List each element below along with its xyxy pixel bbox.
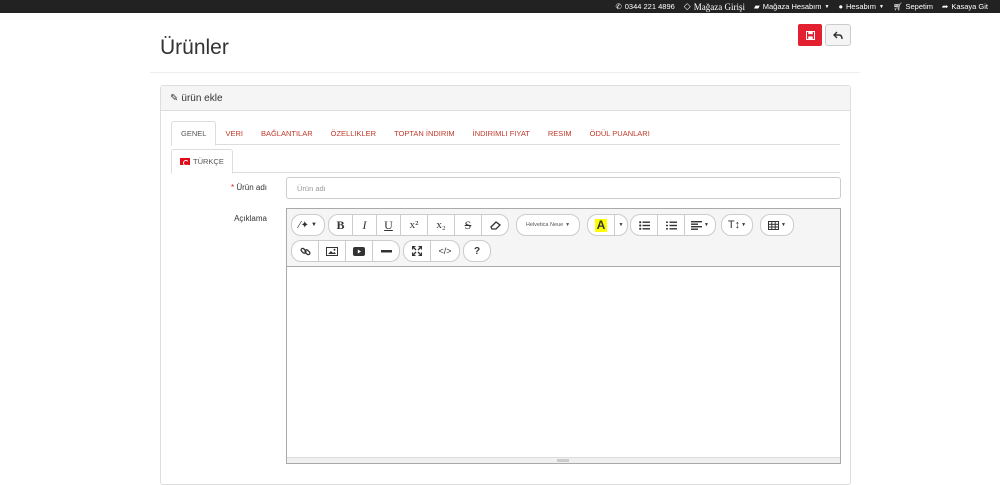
tab-special-price[interactable]: İndirimli Fiyat bbox=[464, 121, 539, 145]
editor-content-area[interactable] bbox=[287, 267, 840, 457]
add-product-panel: ✎ ürün ekle Genel Veri Bağlantılar Özell… bbox=[160, 85, 851, 485]
share-icon: ➦ bbox=[942, 2, 949, 11]
store-account-label: Mağaza Hesabım bbox=[762, 2, 822, 11]
text-height-icon: T↕ bbox=[727, 219, 741, 231]
code-view-button[interactable]: </> bbox=[430, 240, 460, 262]
underline-button[interactable]: U bbox=[376, 214, 401, 236]
insert-video-button[interactable] bbox=[345, 240, 373, 262]
text-color-button[interactable]: A bbox=[587, 214, 615, 236]
cart-link[interactable]: 🛒︎ Sepetim bbox=[893, 2, 933, 11]
tab-image[interactable]: Resim bbox=[539, 121, 581, 145]
line-height-button[interactable]: T↕ ▼ bbox=[721, 214, 753, 236]
language-label: TÜRKÇE bbox=[193, 157, 224, 166]
bold-button[interactable]: B bbox=[328, 214, 353, 236]
magic-wand-icon: ⁄✦ bbox=[298, 219, 310, 231]
save-icon bbox=[805, 30, 815, 40]
top-navbar: ✆ 0344 221 4896 ◇ Mağaza Girişi ▰ Mağaza… bbox=[0, 0, 1000, 13]
tab-reward-points[interactable]: Ödül Puanları bbox=[581, 121, 659, 145]
product-name-placeholder: Ürün adı bbox=[297, 183, 326, 193]
store-login-link[interactable]: ◇ Mağaza Girişi bbox=[684, 1, 745, 12]
link-icon bbox=[299, 247, 310, 255]
graduation-cap-icon: ▰ bbox=[753, 2, 760, 11]
panel-heading: ✎ ürün ekle bbox=[161, 86, 850, 111]
user-icon: ● bbox=[838, 2, 843, 11]
back-button[interactable] bbox=[825, 24, 851, 46]
subscript-button[interactable]: x₂ bbox=[427, 214, 455, 236]
page-title: Ürünler bbox=[160, 36, 229, 59]
diamond-icon: ◇ bbox=[683, 1, 691, 11]
product-name-input[interactable]: Ürün adı bbox=[286, 177, 841, 199]
youtube-play-icon bbox=[353, 246, 365, 256]
fullscreen-button[interactable] bbox=[403, 240, 431, 262]
align-left-icon bbox=[691, 220, 703, 230]
insert-image-button[interactable] bbox=[318, 240, 346, 262]
phone-link[interactable]: ✆ 0344 221 4896 bbox=[615, 2, 674, 11]
caret-down-icon: ▼ bbox=[618, 222, 624, 228]
save-button[interactable] bbox=[798, 24, 822, 46]
unordered-list-button[interactable] bbox=[630, 214, 658, 236]
phone-number: 0344 221 4896 bbox=[624, 2, 675, 11]
required-marker: * bbox=[230, 183, 235, 192]
table-icon bbox=[768, 220, 780, 230]
italic-button[interactable]: I bbox=[352, 214, 377, 236]
checkout-label: Kasaya Git bbox=[951, 2, 988, 11]
font-family-value: Helvetica Neue bbox=[525, 222, 564, 228]
my-account-label: Hesabım bbox=[846, 2, 877, 11]
font-family-select[interactable]: Helvetica Neue ▼ bbox=[516, 214, 580, 236]
superscript-button[interactable]: x² bbox=[400, 214, 428, 236]
caret-down-icon: ▼ bbox=[781, 222, 786, 228]
product-name-label: * Ürün adı bbox=[161, 183, 267, 192]
text-color-dropdown[interactable]: ▼ bbox=[614, 214, 628, 236]
tab-wholesale-discount[interactable]: Toptan İndirim bbox=[385, 121, 464, 145]
caret-down-icon: ▼ bbox=[741, 222, 747, 228]
cart-label: Sepetim bbox=[905, 2, 934, 11]
minus-icon bbox=[380, 249, 392, 252]
table-button[interactable]: ▼ bbox=[760, 214, 794, 236]
editor-toolbar: ⁄✦▼ B I U x² x₂ S Helvetica Neue▼ A ▼ bbox=[287, 209, 840, 267]
caret-down-icon: ▼ bbox=[879, 3, 884, 10]
list-ul-icon bbox=[638, 220, 650, 230]
language-tabs: TÜRKÇE bbox=[171, 149, 840, 174]
highlight-a-icon: A bbox=[594, 217, 608, 232]
clear-format-button[interactable] bbox=[481, 214, 509, 236]
style-button[interactable]: ⁄✦ ▼ bbox=[291, 214, 325, 236]
product-name-label-text: Ürün adı bbox=[236, 183, 267, 192]
product-tabs: Genel Veri Bağlantılar Özellikler Toptan… bbox=[171, 121, 840, 146]
caret-down-icon: ▼ bbox=[565, 222, 571, 228]
resize-grip-icon bbox=[557, 459, 569, 462]
phone-icon: ✆ bbox=[615, 2, 622, 11]
ordered-list-button[interactable] bbox=[657, 214, 685, 236]
store-account-menu[interactable]: ▰ Mağaza Hesabım ▼ bbox=[754, 2, 830, 11]
tab-general[interactable]: Genel bbox=[171, 121, 217, 146]
tab-language-turkish[interactable]: TÜRKÇE bbox=[171, 149, 233, 174]
reply-icon bbox=[833, 31, 843, 39]
header-divider bbox=[150, 72, 860, 73]
paragraph-align-button[interactable]: ▼ bbox=[684, 214, 716, 236]
description-editor: ⁄✦▼ B I U x² x₂ S Helvetica Neue▼ A ▼ bbox=[286, 208, 841, 464]
eraser-icon bbox=[489, 220, 501, 230]
tab-attributes[interactable]: Özellikler bbox=[322, 121, 385, 145]
panel-heading-label: ürün ekle bbox=[181, 92, 223, 104]
editor-resize-bar[interactable] bbox=[287, 457, 840, 463]
cart-icon: 🛒︎ bbox=[892, 2, 903, 11]
picture-icon bbox=[326, 246, 338, 256]
arrows-expand-icon bbox=[412, 246, 422, 256]
caret-down-icon: ▼ bbox=[704, 222, 709, 228]
caret-down-icon: ▼ bbox=[311, 222, 317, 228]
store-login-label: Mağaza Girişi bbox=[693, 1, 745, 12]
help-button[interactable]: ? bbox=[463, 240, 491, 262]
checkout-link[interactable]: ➦ Kasaya Git bbox=[942, 2, 988, 11]
tab-data[interactable]: Veri bbox=[216, 121, 252, 145]
my-account-menu[interactable]: ● Hesabım ▼ bbox=[838, 2, 884, 11]
description-label: Açıklama bbox=[234, 214, 267, 223]
strikethrough-button[interactable]: S bbox=[454, 214, 482, 236]
pencil-icon: ✎ bbox=[170, 92, 179, 104]
turkey-flag-icon bbox=[180, 158, 190, 166]
tab-links[interactable]: Bağlantılar bbox=[252, 121, 322, 145]
insert-link-button[interactable] bbox=[291, 240, 319, 262]
horizontal-rule-button[interactable] bbox=[372, 240, 400, 262]
caret-down-icon: ▼ bbox=[824, 3, 830, 10]
list-ol-icon bbox=[665, 221, 677, 229]
